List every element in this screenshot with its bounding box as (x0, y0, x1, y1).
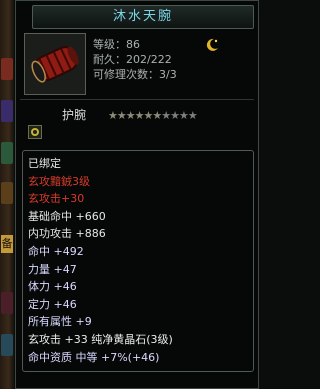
attribute-line: 玄攻击 +33 纯净黄晶石(3级) (28, 333, 173, 346)
item-tooltip: 沐水天腕 等级：86 耐久：202/222 可修理次数：3/3 护腕 ★ ★ ★ ★ ★… (15, 0, 259, 389)
item-repair-count: 可修理次数：3/3 (93, 68, 177, 81)
attribute-line: 已绑定 (28, 157, 61, 170)
star-filled-icon: ★ (143, 109, 154, 122)
attribute-line: 所有属性 +9 (28, 315, 92, 329)
attribute-line: 定力 +46 (28, 297, 77, 311)
strip-equip-tab[interactable]: 备 (1, 235, 13, 253)
divider (20, 99, 254, 100)
star-filled-icon: ★ (116, 109, 127, 122)
star-empty-icon: ★ (170, 109, 180, 122)
item-type: 护腕 (62, 108, 87, 122)
item-level: 等级：86 (93, 38, 140, 51)
star-filled-icon: ★ (134, 109, 145, 122)
star-empty-icon: ★ (187, 109, 198, 122)
attribute-line: 内功攻击 +886 (28, 227, 106, 241)
attribute-line: 命中 +492 (28, 245, 84, 258)
game-left-strip: 备 (0, 0, 14, 389)
star-filled-icon: ★ (152, 109, 162, 122)
attribute-line: 命中资质 中等 +7%(+46) (28, 350, 160, 364)
attribute-line: 基础命中 +660 (28, 209, 106, 223)
strip-shortcut-icon[interactable] (1, 142, 13, 164)
star-rating: ★ ★ ★ ★ ★ ★ ★ ★ ★ ★ (108, 109, 198, 122)
item-icon-frame (24, 33, 86, 95)
title-bar: 沐水天腕 (32, 5, 254, 29)
strip-shortcut-icon[interactable] (1, 292, 13, 314)
attribute-panel: 已绑定玄攻黯銊3级 玄攻击+30 基础命中 +660 内功攻击 +886 命中 +492… (22, 150, 254, 372)
gem-slot-icon (28, 125, 42, 139)
crescent-moon-icon (206, 38, 218, 51)
strip-shortcut-icon[interactable] (1, 334, 13, 356)
attribute-line: 力量 +47 (28, 262, 77, 276)
item-name: 沐水天腕 (112, 9, 173, 24)
item-durability: 耐久：202/222 (93, 53, 172, 66)
star-filled-icon: ★ (108, 109, 118, 122)
strip-shortcut-icon[interactable] (1, 100, 13, 122)
star-empty-icon: ★ (179, 109, 189, 122)
strip-shortcut-icon[interactable] (1, 182, 13, 204)
star-empty-icon: ★ (161, 109, 171, 122)
bracer-item-icon (25, 34, 85, 94)
attribute-line: 玄攻黯銊3级 (28, 174, 90, 188)
attribute-line: 体力 +46 (28, 280, 77, 294)
attribute-line: 玄攻击+30 (28, 192, 85, 206)
star-filled-icon: ★ (125, 109, 136, 122)
strip-shortcut-icon[interactable] (1, 58, 13, 80)
